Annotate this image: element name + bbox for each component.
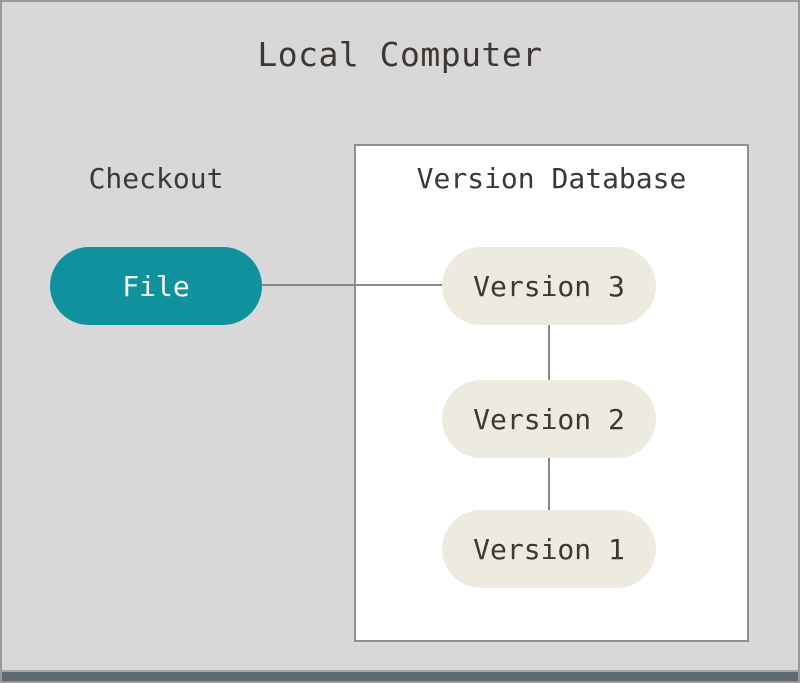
connector-version2-to-version1	[548, 456, 550, 512]
connector-version3-to-version2	[548, 323, 550, 382]
local-computer-diagram: Local Computer Checkout Version Database…	[0, 0, 800, 683]
version-node-1: Version 1	[442, 510, 656, 588]
version-node-2: Version 2	[442, 380, 656, 458]
connector-file-to-version3	[260, 284, 444, 286]
checkout-label: Checkout	[50, 162, 262, 195]
window-edge-bar	[2, 670, 798, 681]
version-node-3: Version 3	[442, 247, 656, 325]
diagram-title: Local Computer	[2, 35, 798, 74]
file-node: File	[50, 247, 262, 325]
version-database-title: Version Database	[354, 162, 749, 195]
